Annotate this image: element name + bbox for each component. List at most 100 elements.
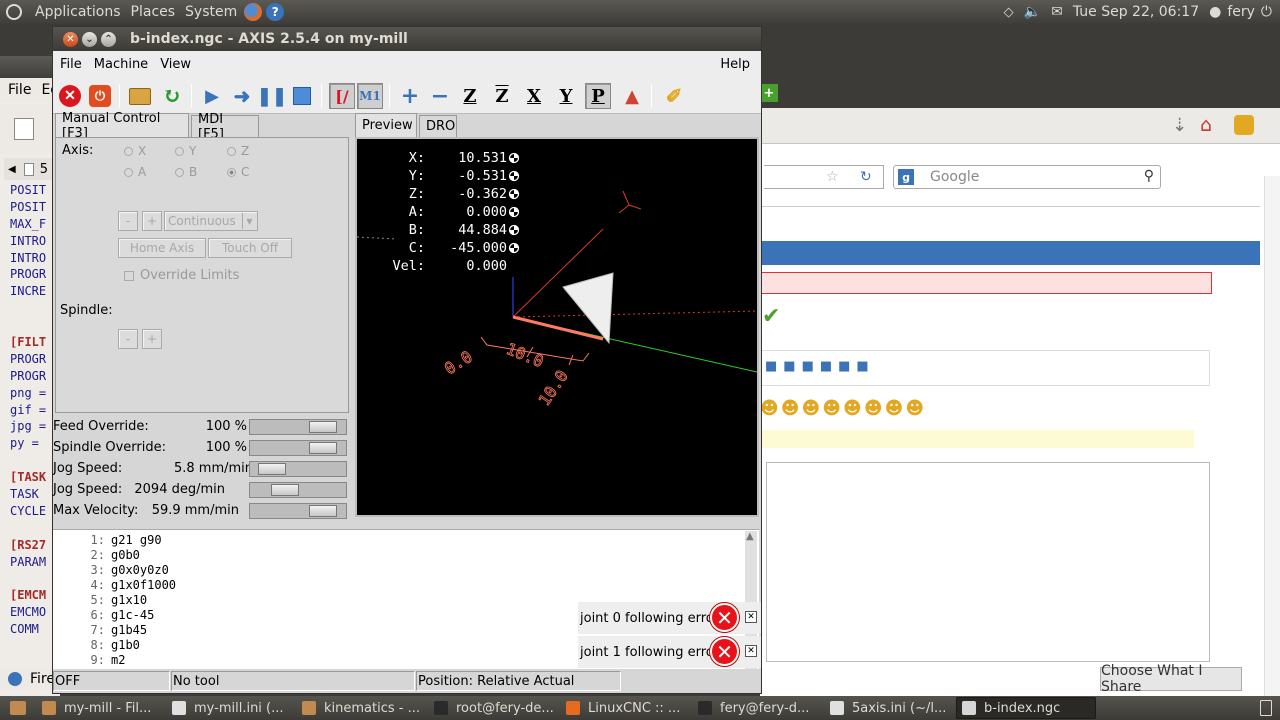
jog-plus-button[interactable]: + xyxy=(142,211,162,231)
feed-override-slider[interactable] xyxy=(249,419,347,435)
power-icon[interactable]: ⏻ xyxy=(1261,4,1272,20)
slider-knob[interactable] xyxy=(309,505,337,517)
block-delete-icon[interactable]: [/ xyxy=(329,83,355,109)
browser-scrollbar[interactable] xyxy=(1264,176,1280,696)
jog-minus-button[interactable]: - xyxy=(118,211,138,231)
bookmark-star-icon[interactable]: ☆ xyxy=(826,169,839,185)
url-bar[interactable]: ☆ ↻ xyxy=(764,165,884,189)
touch-off-button[interactable]: Touch Off xyxy=(208,238,292,258)
taskbar-button[interactable]: kinematics - ... xyxy=(296,697,428,719)
gcode-line[interactable]: 9: m2 xyxy=(83,653,176,668)
gcode-line[interactable]: 7: g1b45 xyxy=(83,623,176,638)
gcode-line[interactable]: 2: g0b0 xyxy=(83,548,176,563)
open-file-icon[interactable] xyxy=(127,83,153,109)
window-maximize-icon[interactable]: ⌃ xyxy=(101,31,116,47)
rotate-view-icon[interactable]: ▲ xyxy=(619,83,645,109)
editor-menu-file[interactable]: File xyxy=(8,82,31,98)
smiley-icons[interactable]: ☻☻☻☻☻☻☻☻ xyxy=(760,398,926,419)
stop-program-icon[interactable] xyxy=(289,83,315,109)
view-x-icon[interactable]: X xyxy=(521,83,547,109)
window-close-icon[interactable]: ✕ xyxy=(63,31,78,47)
search-icon[interactable]: ⚲ xyxy=(1144,168,1154,184)
tab-manual-control[interactable]: Manual Control [F3] xyxy=(55,111,189,141)
close-icon[interactable]: ✕ xyxy=(745,645,757,657)
preview-canvas[interactable]: 0.0 10.0 10.0 X: 10.531 Y: -0.531 Z: -0.362 A:… xyxy=(355,137,759,517)
user-menu[interactable]: fery xyxy=(1227,4,1255,20)
mail-icon[interactable]: ✉ xyxy=(1051,4,1063,20)
taskbar-button[interactable]: fery@fery-d... xyxy=(692,697,824,719)
axis-titlebar[interactable]: ✕ ⌄ ⌃ b-index.ngc - AXIS 2.5.4 on my-mil… xyxy=(53,27,761,51)
taskbar-button[interactable]: 5axis.ini (~/l... xyxy=(824,697,956,719)
menu-help[interactable]: Help xyxy=(715,57,755,72)
ubuntu-logo-icon[interactable] xyxy=(0,0,27,24)
new-file-icon[interactable] xyxy=(14,118,34,140)
angular-jog-speed-slider[interactable] xyxy=(249,482,347,498)
volume-icon[interactable]: 🔈 xyxy=(1024,4,1041,20)
search-input[interactable]: g Google ⚲ xyxy=(893,165,1161,189)
optional-stop-icon[interactable]: M1 xyxy=(357,83,383,109)
home-axis-button[interactable]: Home Axis xyxy=(118,238,206,258)
home-icon[interactable]: ⌂ xyxy=(1200,114,1212,136)
reload-file-icon[interactable]: ↻ xyxy=(159,83,185,109)
taskbar-button[interactable]: LinuxCNC :: ... xyxy=(560,697,692,719)
taskbar-button[interactable]: my-mill - Fil... xyxy=(36,697,166,719)
firefox-launcher-icon[interactable] xyxy=(242,0,264,24)
pause-program-icon[interactable]: ❚❚ xyxy=(257,83,287,109)
gcode-line[interactable]: 8: g1b0 xyxy=(83,638,176,653)
message-textarea[interactable] xyxy=(766,462,1210,662)
zoom-out-icon[interactable]: − xyxy=(427,83,453,109)
spindle-plus-button[interactable]: + xyxy=(142,329,162,349)
close-icon[interactable]: ✕ xyxy=(745,611,757,623)
network-icon[interactable]: ◇ xyxy=(1004,5,1014,20)
tab-scroll-left-icon[interactable]: ◀ xyxy=(8,164,16,175)
axis-radio-c[interactable]: C xyxy=(227,165,249,179)
taskbar-button[interactable]: my-mill.ini (... xyxy=(166,697,296,719)
axis-radio-a[interactable]: A xyxy=(124,165,146,179)
taskbar-button[interactable]: root@fery-de... xyxy=(428,697,560,719)
view-z-icon[interactable]: Z xyxy=(457,83,483,109)
clock[interactable]: Tue Sep 22, 06:17 xyxy=(1073,4,1199,20)
spindle-override-slider[interactable] xyxy=(249,440,347,456)
step-program-icon[interactable]: ➜ xyxy=(229,83,255,109)
menu-places[interactable]: Places xyxy=(126,0,181,24)
tab-preview[interactable]: Preview xyxy=(355,113,417,137)
tab-mdi[interactable]: MDI [F5] xyxy=(191,112,259,142)
menu-file[interactable]: File xyxy=(55,57,87,72)
new-tab-icon[interactable]: + xyxy=(760,84,778,102)
max-velocity-slider[interactable] xyxy=(249,503,347,519)
jog-increment-select[interactable]: Continuous ▼ xyxy=(164,211,258,231)
window-minimize-icon[interactable]: ⌄ xyxy=(82,31,97,47)
show-desktop-icon[interactable] xyxy=(10,701,26,715)
view-y-icon[interactable]: Y xyxy=(553,83,579,109)
gcode-line[interactable]: 3: g0x0y0z0 xyxy=(83,563,176,578)
run-program-icon[interactable]: ▶ xyxy=(199,83,225,109)
menu-applications[interactable]: Applications xyxy=(27,0,126,24)
machine-power-icon[interactable]: ⏻ xyxy=(87,83,113,109)
slider-knob[interactable] xyxy=(309,421,337,433)
smiley-tool-icons[interactable]: ■■■■■■ xyxy=(765,359,875,374)
gcode-line[interactable]: 4: g1x0f1000 xyxy=(83,578,176,593)
gcode-line[interactable]: 5: g1x10 xyxy=(83,593,176,608)
spindle-minus-button[interactable]: - xyxy=(118,329,138,349)
slider-knob[interactable] xyxy=(258,463,286,475)
axis-radio-x[interactable]: X xyxy=(124,144,146,158)
slider-knob[interactable] xyxy=(309,442,337,454)
reload-icon[interactable]: ↻ xyxy=(860,169,872,185)
help-launcher-icon[interactable]: ? xyxy=(264,0,286,24)
gcode-line[interactable]: 1: g21 g90 xyxy=(83,533,176,548)
gcode-line[interactable]: 6: g1c-45 xyxy=(83,608,176,623)
axis-radio-z[interactable]: Z xyxy=(227,144,249,158)
slider-knob[interactable] xyxy=(271,484,299,496)
taskbar-button[interactable]: b-index.ngc xyxy=(956,697,1096,719)
view-perspective-icon[interactable]: P xyxy=(585,83,611,109)
scroll-up-icon[interactable]: ▲ xyxy=(746,531,754,542)
trash-icon[interactable] xyxy=(1260,700,1272,716)
zoom-in-icon[interactable]: + xyxy=(397,83,423,109)
axis-radio-y[interactable]: Y xyxy=(175,144,196,158)
tab-dro[interactable]: DRO xyxy=(419,115,457,137)
override-limits-checkbox[interactable]: Override Limits xyxy=(124,268,239,283)
jog-speed-slider[interactable] xyxy=(249,461,347,477)
menu-machine[interactable]: Machine xyxy=(89,57,153,72)
share-button[interactable]: Choose What I Share xyxy=(1100,663,1242,695)
addon-icon[interactable] xyxy=(1234,115,1254,135)
